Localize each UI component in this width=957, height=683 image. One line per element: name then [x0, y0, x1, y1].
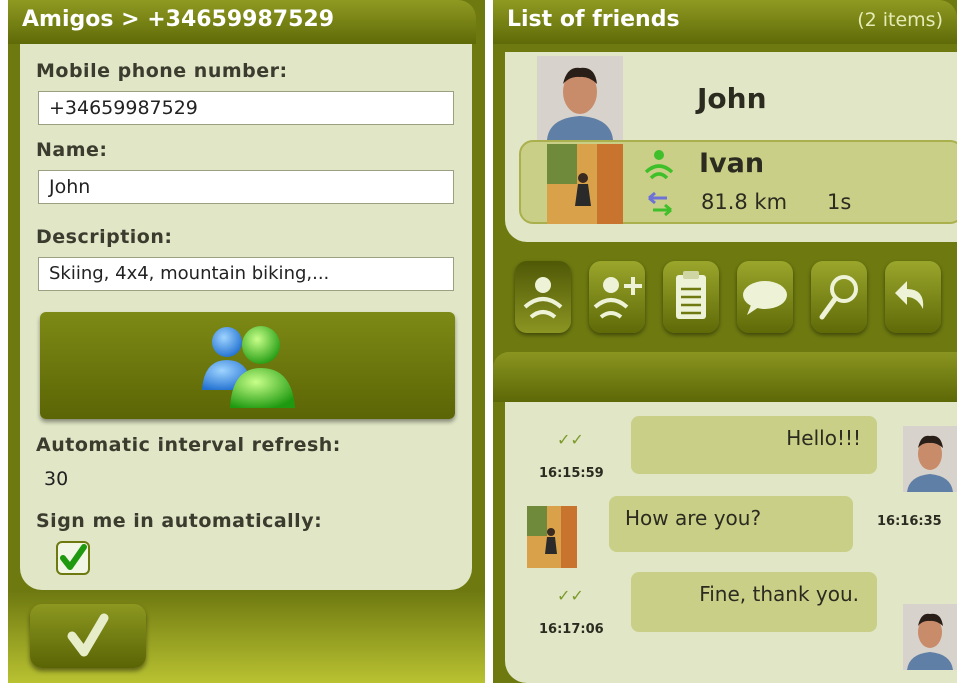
add-friend-icon: [593, 277, 642, 319]
signin-label: Sign me in automatically:: [36, 510, 323, 532]
message-time: 16:15:59: [539, 466, 604, 481]
avatar: [547, 144, 623, 224]
messenger-button[interactable]: [40, 312, 455, 419]
friend-name: Ivan: [699, 148, 765, 179]
message-bubble[interactable]: Hello!!!: [631, 416, 877, 474]
chat-panel: ✓✓ 16:15:59 Hello!!! How are you? 16:16:…: [505, 402, 957, 683]
signin-checkbox[interactable]: [56, 541, 90, 575]
chat-header-bar: [493, 352, 957, 402]
check-icon: [60, 544, 87, 570]
toolbar: [493, 255, 957, 343]
clipboard-button[interactable]: [663, 261, 719, 333]
description-label: Description:: [36, 226, 173, 248]
friend-signal-icon: [523, 277, 563, 319]
message-text: Hello!!!: [786, 426, 861, 450]
page-title: Amigos > +34659987529: [22, 7, 335, 32]
name-field[interactable]: John: [38, 170, 454, 204]
friend-distance: 81.8 km: [701, 190, 788, 214]
confirm-button[interactable]: [30, 604, 146, 668]
refresh-value[interactable]: 30: [44, 468, 68, 490]
transfer-arrows-icon: [648, 191, 672, 217]
back-button[interactable]: [885, 261, 941, 333]
friends-list: John Ivan 81.8 km 1s: [505, 52, 957, 242]
description-field[interactable]: Skiing, 4x4, mountain biking,...: [38, 257, 454, 291]
friends-screen: List of friends (2 items) John Ivan 81.8…: [493, 0, 957, 683]
friend-detail-screen: Amigos > +34659987529 Mobile phone numbe…: [8, 0, 485, 683]
friend-row-ivan[interactable]: Ivan 81.8 km 1s: [519, 140, 957, 224]
messenger-people-icon: [202, 326, 295, 408]
message-time: 16:17:06: [539, 622, 604, 637]
friend-last-seen: 1s: [827, 190, 852, 214]
item-count: (2 items): [857, 9, 943, 31]
friend-row-john[interactable]: John: [505, 52, 957, 140]
message-time: 16:16:35: [877, 514, 942, 529]
chat-button[interactable]: [737, 261, 793, 333]
avatar: [903, 426, 957, 492]
refresh-label: Automatic interval refresh:: [36, 434, 341, 456]
back-icon: [895, 281, 924, 309]
message-text: How are you?: [625, 506, 762, 530]
add-friend-button[interactable]: [589, 261, 645, 333]
read-receipt-icon: ✓✓: [557, 586, 584, 605]
search-icon: [819, 275, 858, 320]
phone-label: Mobile phone number:: [36, 60, 288, 82]
message-bubble[interactable]: Fine, thank you.: [631, 572, 877, 632]
title-bar: List of friends (2 items): [493, 0, 957, 44]
avatar: [537, 56, 623, 140]
message-bubble[interactable]: How are you?: [609, 496, 853, 552]
checkmark-icon: [67, 613, 109, 657]
friend-name: John: [697, 82, 767, 115]
message-text: Fine, thank you.: [699, 582, 859, 606]
clipboard-icon: [676, 271, 706, 319]
avatar: [527, 506, 577, 568]
title-bar: Amigos > +34659987529: [8, 0, 476, 44]
name-label: Name:: [36, 139, 108, 161]
friend-form: Mobile phone number: +34659987529 Name: …: [20, 44, 472, 590]
page-title: List of friends: [507, 7, 680, 32]
chat-bubble-icon: [743, 281, 787, 315]
friend-signal-button[interactable]: [515, 261, 571, 333]
search-button[interactable]: [811, 261, 867, 333]
avatar: [903, 604, 957, 670]
signal-icon: [644, 150, 674, 180]
read-receipt-icon: ✓✓: [557, 430, 584, 449]
bottom-bar: [8, 590, 485, 683]
phone-field[interactable]: +34659987529: [38, 91, 454, 125]
